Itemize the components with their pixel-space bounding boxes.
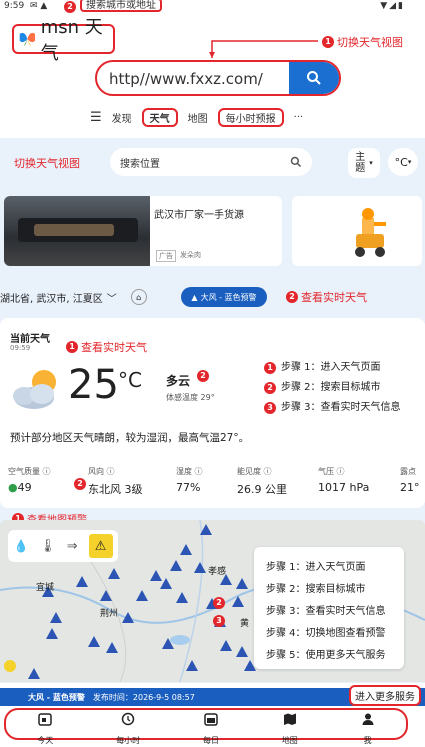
step-item: 步骤 5：使用更多天气服务 — [266, 650, 386, 661]
search-button[interactable] — [289, 62, 339, 94]
annotation-text: 查看实时天气 — [301, 291, 367, 304]
map-marker: 3 — [213, 615, 225, 627]
search-icon — [307, 71, 321, 85]
home-icon[interactable]: ⌂ — [130, 289, 147, 305]
ad-tag: 广告 — [156, 250, 176, 262]
step-item: 步骤 3：查看实时天气信息 — [266, 606, 386, 617]
realtime-annotation-2: 1 查看实时天气 — [66, 339, 147, 355]
map-place: 黄 — [240, 619, 250, 629]
detail-dewpoint[interactable]: 露点 21° — [400, 466, 420, 494]
search-icon — [290, 156, 302, 168]
bottom-nav-daily[interactable]: 每日 — [203, 712, 219, 745]
map-place: 孝感 — [208, 567, 227, 577]
map-place: 荆州 — [100, 609, 119, 619]
map-icon — [283, 713, 296, 725]
steps-list: 1 步骤 1：进入天气页面 2 步骤 2：搜索目标城市 3 步骤 3：查看实时天气信息 — [264, 358, 424, 418]
theme-label: 主题 — [355, 152, 366, 174]
robot-image — [355, 208, 386, 257]
bottom-nav-hourly[interactable]: 每小时 — [116, 712, 140, 745]
location-dot-icon[interactable] — [4, 660, 16, 672]
steps-popup: 步骤 1：进入天气页面 步骤 2：搜索目标城市 步骤 3：查看实时天气信息 步骤… — [254, 547, 404, 669]
step-item: 1 步骤 1：进入天气页面 — [264, 358, 424, 378]
search-placeholder: 搜索位置 — [120, 158, 160, 170]
nav-label: 地图 — [281, 735, 298, 745]
theme-button[interactable]: 主题 ▾ — [348, 148, 380, 178]
location-search-input[interactable]: 搜索位置 — [110, 148, 312, 176]
nav-tab-map[interactable]: 地图 — [188, 110, 208, 125]
clock-icon — [121, 712, 135, 725]
person-icon — [362, 713, 374, 725]
step-item: 步骤 2：搜索目标城市 — [266, 584, 366, 595]
nav-tab-weather[interactable]: 天气 — [141, 107, 178, 127]
alert-triangle-icon: ▲ — [191, 292, 198, 302]
bottom-nav-today[interactable]: 今天 — [37, 712, 53, 745]
nav-label: 每小时 — [116, 735, 141, 745]
map-layer-tools: 💧 🌡 ⇒ ⚠ — [8, 530, 118, 562]
map-place: 宜城 — [36, 583, 55, 593]
bottom-nav: 今天 每小时 每日 地图 我 — [4, 708, 408, 745]
url-input[interactable]: http//www.fxxz.com/ — [97, 62, 289, 94]
weather-details-row: 空气质量 ⓘ ●49 2 风向 ⓘ 东北风 3级 湿度 ⓘ 77% 能见度 ⓘ … — [8, 466, 425, 500]
detail-pressure[interactable]: 气压 ⓘ 1017 hPa — [318, 466, 369, 494]
nav-label: 每日 — [202, 735, 219, 745]
warning-title: 大风 - 蓝色预警 — [28, 692, 85, 702]
nav-label: 我 — [363, 735, 372, 745]
temperature-unit: °C — [118, 368, 142, 392]
annotation-marker: 1 — [66, 341, 78, 353]
thermometer-icon[interactable]: 🌡 — [39, 539, 56, 554]
bottom-nav-map[interactable]: 地图 — [282, 712, 298, 745]
warning-layer-icon[interactable]: ⚠ — [88, 534, 113, 558]
wind-alert-badge[interactable]: ▲ 大风 - 蓝色预警 — [181, 287, 267, 307]
bottom-nav-me[interactable]: 我 — [361, 712, 375, 745]
annotation-marker: 2 — [286, 291, 298, 303]
ad-title: 武汉市厂家一手货源 — [154, 210, 244, 221]
calendar-today-icon — [38, 712, 53, 726]
step-item: 步骤 4：切换地图查看预警 — [266, 628, 386, 639]
ad-card[interactable]: 武汉市厂家一手货源 广告 发朵肉 — [4, 196, 282, 266]
forecast-text: 预计部分地区天气晴朗，较为湿润，最高气温27°。 — [10, 432, 250, 444]
step-item: 3 步骤 3：查看实时天气信息 — [264, 398, 424, 418]
annotation-marker: 2 — [74, 478, 86, 490]
nav-label: 今天 — [37, 735, 54, 745]
current-weather-time: 09:59 — [10, 344, 31, 352]
ad-source: 发朵肉 — [180, 251, 201, 259]
partly-cloudy-icon — [13, 370, 56, 409]
precipitation-icon[interactable]: 💧 — [13, 539, 28, 553]
unit-label: °C — [394, 155, 408, 169]
ad-image — [4, 196, 150, 266]
ad-card-robot[interactable] — [292, 196, 422, 266]
detail-wind[interactable]: 风向 ⓘ 东北风 3级 — [88, 466, 143, 497]
calendar-grid-icon — [204, 712, 218, 726]
condition-text: 多云 — [166, 374, 191, 388]
location-text[interactable]: 湖北省, 武汉市, 江夏区 — [0, 290, 103, 305]
map-marker: 2 — [213, 597, 225, 609]
nav-tab-discover[interactable]: 发现 — [112, 110, 132, 125]
unit-toggle-button[interactable]: °C ▾ — [388, 148, 418, 176]
wind-icon[interactable]: ⇒ — [67, 539, 78, 554]
current-weather-title: 当前天气 — [10, 334, 50, 345]
step-item: 2 步骤 2：搜索目标城市 — [264, 378, 424, 398]
warning-time: 发布时间：2026-9-5 08:57 — [92, 692, 195, 702]
hamburger-menu-icon[interactable]: ☰ — [90, 110, 102, 125]
detail-humidity[interactable]: 湿度 ⓘ 77% — [176, 466, 203, 494]
annotation-marker: 2 — [197, 370, 209, 382]
step-item: 步骤 1：进入天气页面 — [266, 562, 366, 573]
switch-view-annotation-2: 切换天气视图 — [14, 157, 80, 170]
feels-like-text: 体感温度 29° — [166, 393, 215, 402]
address-bar[interactable]: http//www.fxxz.com/ — [95, 60, 341, 96]
more-menu-icon[interactable]: ··· — [294, 112, 304, 123]
more-services-annotation[interactable]: 进入更多服务 — [349, 685, 421, 706]
detail-aqi[interactable]: 空气质量 ⓘ ●49 — [8, 466, 51, 494]
alert-label: 大风 - 蓝色预警 — [200, 292, 257, 302]
current-temperature: 25 — [68, 362, 119, 408]
detail-visibility[interactable]: 能见度 ⓘ 26.9 公里 — [237, 466, 287, 497]
realtime-annotation: 2 查看实时天气 — [286, 289, 367, 305]
top-nav: ☰ 发现 天气 地图 每小时预报 ··· — [90, 107, 350, 127]
nav-tab-hourly[interactable]: 每小时预报 — [217, 107, 284, 127]
chevron-down-icon[interactable]: ﹀ — [107, 290, 117, 305]
annotation-text: 查看实时天气 — [81, 341, 147, 354]
